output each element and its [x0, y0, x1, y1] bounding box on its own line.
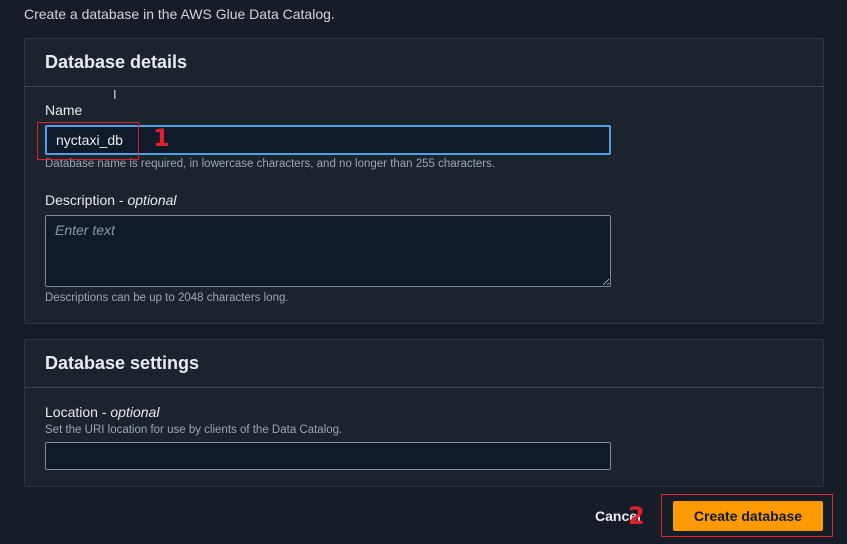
description-label: Description - optional — [45, 192, 177, 208]
cancel-button[interactable]: Cancel — [595, 508, 641, 524]
name-label: Name — [45, 102, 83, 118]
location-label: Location - optional — [45, 404, 159, 420]
page-description: Create a database in the AWS Glue Data C… — [24, 6, 335, 22]
create-database-button[interactable]: Create database — [673, 501, 823, 531]
name-input[interactable] — [45, 125, 611, 155]
description-optional: optional — [127, 192, 177, 208]
database-settings-title: Database settings — [25, 340, 823, 388]
database-details-title: Database details — [25, 39, 823, 87]
description-hint: Descriptions can be up to 2048 character… — [45, 292, 289, 304]
description-label-separator: - — [115, 192, 128, 208]
description-label-text: Description — [45, 192, 116, 208]
database-settings-panel: Database settings Location - optional Se… — [24, 339, 824, 487]
database-details-panel: Database details I Name Database name is… — [24, 38, 824, 324]
create-database-page: Create a database in the AWS Glue Data C… — [0, 0, 847, 544]
location-hint: Set the URI location for use by clients … — [45, 424, 343, 436]
location-label-separator: - — [97, 404, 111, 420]
location-label-text: Location — [45, 404, 98, 420]
text-cursor-icon: I — [113, 87, 117, 102]
name-hint: Database name is required, in lowercase … — [45, 158, 496, 170]
location-input[interactable] — [45, 442, 611, 470]
description-textarea[interactable] — [45, 215, 611, 287]
location-optional: optional — [110, 404, 160, 420]
